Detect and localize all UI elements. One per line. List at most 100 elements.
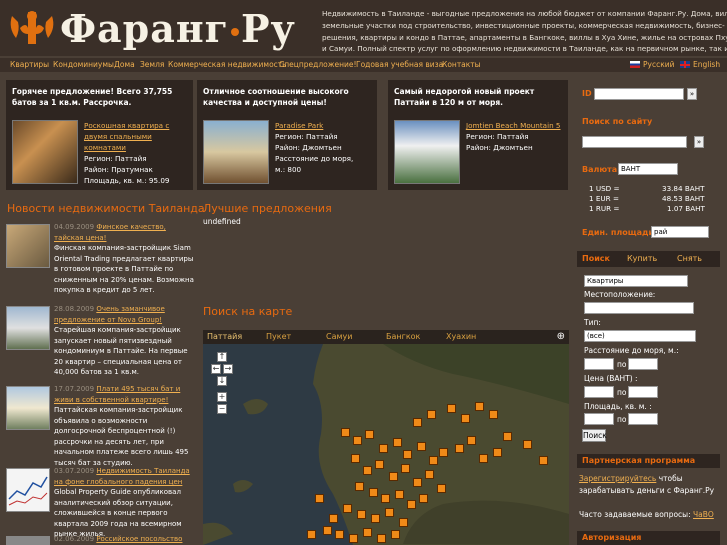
news-photo[interactable] — [6, 536, 50, 545]
distance-from-input[interactable] — [584, 358, 614, 370]
lang-russian[interactable]: Русский — [630, 60, 675, 69]
property-marker[interactable] — [429, 456, 438, 465]
property-marker[interactable] — [427, 410, 436, 419]
property-marker[interactable] — [503, 432, 512, 441]
map-tab-bangkok[interactable]: Бангкок — [386, 332, 420, 341]
property-marker[interactable] — [375, 460, 384, 469]
property-marker[interactable] — [365, 430, 374, 439]
property-marker[interactable] — [417, 442, 426, 451]
news-photo[interactable] — [6, 224, 50, 268]
property-marker[interactable] — [413, 478, 422, 487]
news-chart-thumbnail[interactable] — [6, 468, 50, 512]
property-marker[interactable] — [419, 494, 428, 503]
nav-apartments[interactable]: Квартиры — [10, 60, 49, 69]
property-marker[interactable] — [363, 466, 372, 475]
property-marker[interactable] — [523, 440, 532, 449]
map-tab-samui[interactable]: Самуи — [326, 332, 352, 341]
property-marker[interactable] — [425, 470, 434, 479]
map-pan-left-icon[interactable]: ← — [211, 364, 221, 374]
property-marker[interactable] — [401, 464, 410, 473]
distance-to-input[interactable] — [628, 358, 658, 370]
property-marker[interactable] — [381, 494, 390, 503]
property-marker[interactable] — [385, 508, 394, 517]
property-marker[interactable] — [353, 436, 362, 445]
lang-english[interactable]: English — [680, 60, 720, 69]
kind-select[interactable]: (все) — [584, 330, 696, 342]
property-marker[interactable] — [307, 530, 316, 539]
property-marker[interactable] — [363, 528, 372, 537]
map-zoom-in-icon[interactable]: + — [217, 392, 227, 402]
site-logo[interactable]: Фаранг Ру — [6, 6, 296, 51]
nav-contacts[interactable]: Контакты — [442, 60, 481, 69]
property-marker[interactable] — [351, 454, 360, 463]
property-marker[interactable] — [349, 534, 358, 543]
property-marker[interactable] — [389, 472, 398, 481]
property-marker[interactable] — [475, 402, 484, 411]
property-marker[interactable] — [395, 490, 404, 499]
map-pan-right-icon[interactable]: → — [223, 364, 233, 374]
map-zoom-icon[interactable]: ⊕ — [557, 331, 565, 342]
property-marker[interactable] — [479, 454, 488, 463]
property-marker[interactable] — [489, 410, 498, 419]
promo-link[interactable]: Jomtien Beach Mountain 5 — [466, 121, 561, 130]
property-marker[interactable] — [329, 514, 338, 523]
property-marker[interactable] — [447, 404, 456, 413]
property-marker[interactable] — [371, 514, 380, 523]
faq-link[interactable]: ЧаВО — [693, 510, 714, 519]
property-marker[interactable] — [391, 530, 400, 539]
property-marker[interactable] — [407, 500, 416, 509]
promo-photo[interactable] — [203, 120, 269, 184]
promo-link[interactable]: Paradise Park — [275, 121, 323, 130]
nav-commercial[interactable]: Коммерческая недвижимость — [168, 60, 287, 69]
area-unit-select[interactable]: рай — [651, 226, 709, 238]
partner-register-link[interactable]: Зарегистрируйтесь — [579, 474, 656, 483]
nav-condominiums[interactable]: Кондоминиумы — [53, 60, 114, 69]
news-photo[interactable] — [6, 306, 50, 350]
property-marker[interactable] — [455, 444, 464, 453]
area-to-input[interactable] — [628, 413, 658, 425]
tab-rent[interactable]: Снять — [677, 254, 702, 263]
currency-select[interactable]: BAHT — [618, 163, 678, 175]
property-marker[interactable] — [335, 530, 344, 539]
map-canvas[interactable]: ↑ ← → ↓ + − — [203, 344, 569, 545]
property-marker[interactable] — [439, 448, 448, 457]
property-marker[interactable] — [377, 534, 386, 543]
news-photo[interactable] — [6, 386, 50, 430]
map-zoom-out-icon[interactable]: − — [217, 404, 227, 414]
site-search-go-button[interactable]: » — [694, 136, 704, 148]
map-pan-up-icon[interactable]: ↑ — [217, 352, 227, 362]
news-link[interactable]: Российское посольство — [96, 535, 182, 543]
promo-link[interactable]: Роскошная квартира с двумя спальными ком… — [84, 121, 169, 152]
map-tab-phuket[interactable]: Пукет — [266, 332, 291, 341]
map-pan-down-icon[interactable]: ↓ — [217, 376, 227, 386]
property-marker[interactable] — [369, 488, 378, 497]
area-from-input[interactable] — [584, 413, 614, 425]
id-input[interactable] — [594, 88, 684, 100]
property-marker[interactable] — [379, 444, 388, 453]
property-marker[interactable] — [315, 494, 324, 503]
property-marker[interactable] — [393, 438, 402, 447]
nav-study-visa[interactable]: Годовая учебная виза — [356, 60, 443, 69]
nav-special-offer[interactable]: Спецпредложение! — [279, 60, 356, 69]
price-from-input[interactable] — [584, 386, 614, 398]
property-marker[interactable] — [467, 436, 476, 445]
property-marker[interactable] — [461, 414, 470, 423]
site-search-input[interactable] — [582, 136, 687, 148]
property-marker[interactable] — [413, 418, 422, 427]
property-marker[interactable] — [437, 484, 446, 493]
property-marker[interactable] — [323, 526, 332, 535]
promo-photo[interactable] — [394, 120, 460, 184]
search-button[interactable]: Поиск — [582, 429, 607, 442]
promo-photo[interactable] — [12, 120, 78, 184]
id-go-button[interactable]: » — [687, 88, 697, 100]
property-marker[interactable] — [357, 510, 366, 519]
property-marker[interactable] — [539, 456, 548, 465]
property-type-select[interactable]: Квартиры — [584, 275, 688, 287]
map-tab-huahin[interactable]: Хуахин — [446, 332, 476, 341]
nav-land[interactable]: Земля — [140, 60, 164, 69]
nav-houses[interactable]: Дома — [114, 60, 135, 69]
map-tab-pattaya[interactable]: Паттайя — [207, 332, 242, 341]
property-marker[interactable] — [399, 518, 408, 527]
property-marker[interactable] — [341, 428, 350, 437]
property-marker[interactable] — [493, 448, 502, 457]
